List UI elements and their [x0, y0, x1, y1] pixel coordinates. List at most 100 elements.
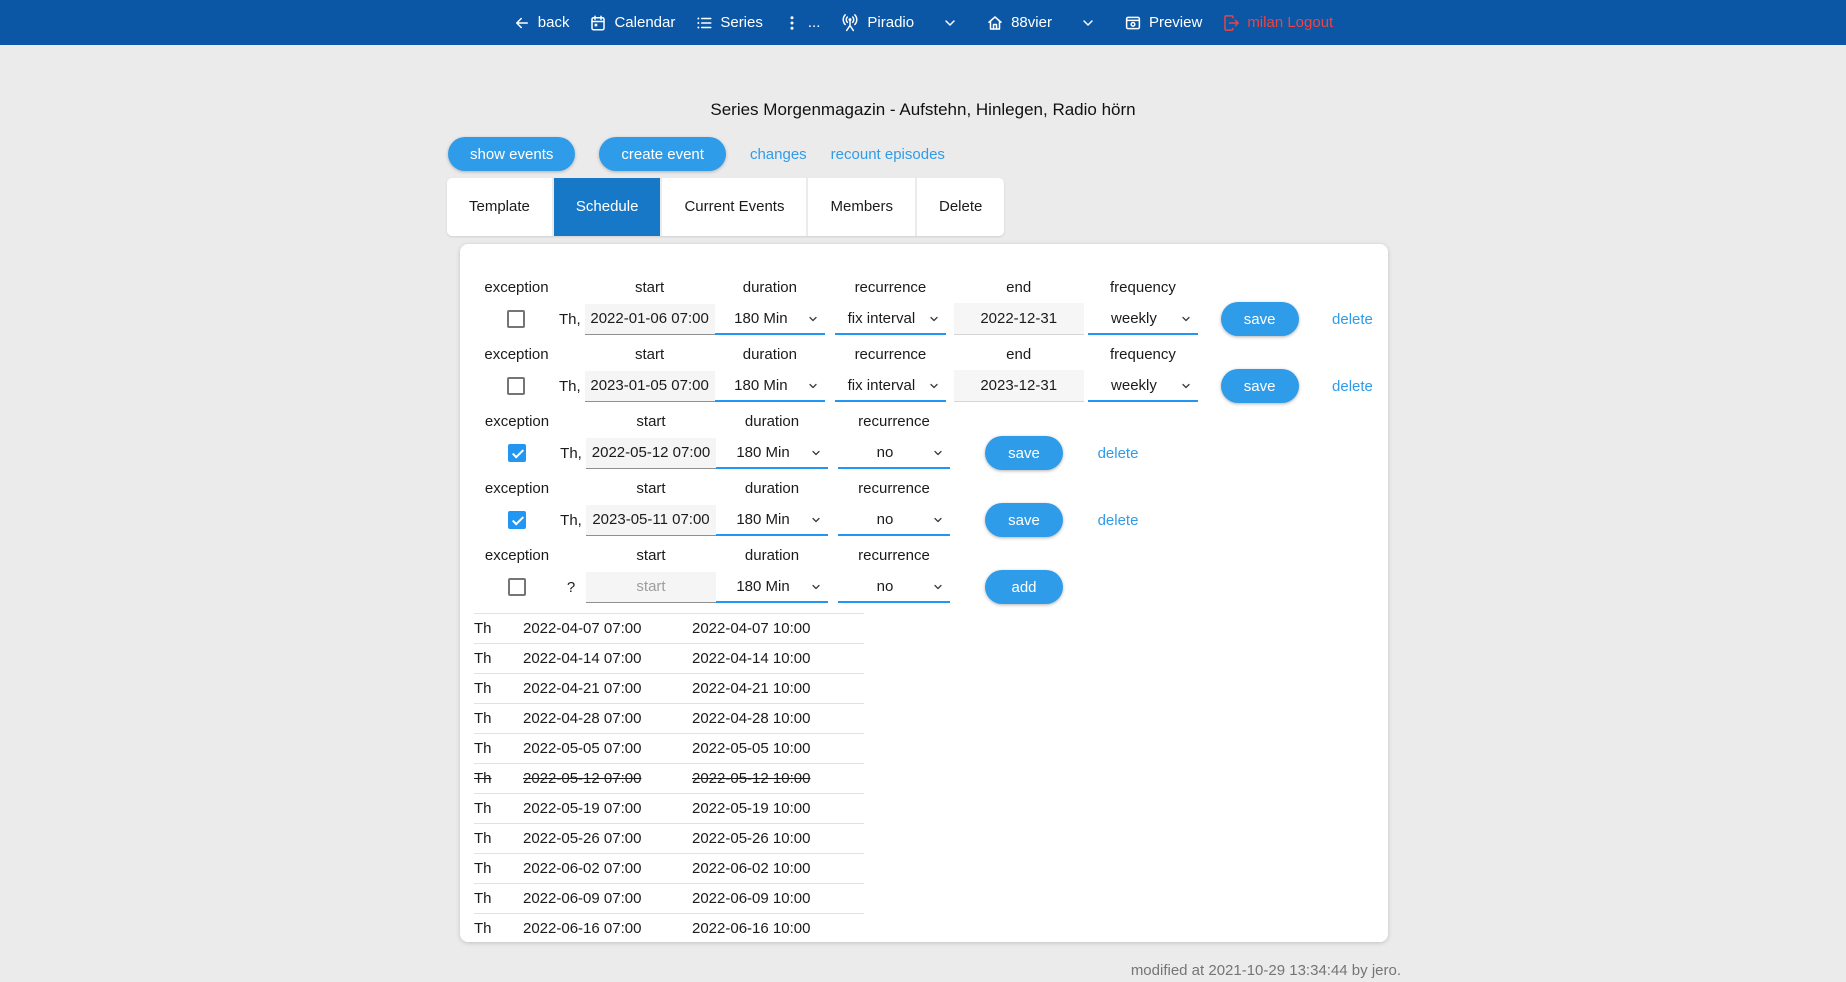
- duration-select[interactable]: 180 Min: [716, 571, 828, 603]
- event-start: 2022-05-19 07:00: [523, 794, 692, 823]
- exception-label: exception: [484, 278, 548, 302]
- top-navbar: back Calendar Series ... Piradio 88v: [0, 0, 1846, 45]
- recurrence-select[interactable]: no: [838, 504, 950, 536]
- exception-checkbox[interactable]: [507, 377, 525, 395]
- save-button[interactable]: save: [985, 503, 1063, 537]
- event-start: 2022-06-02 07:00: [523, 854, 692, 883]
- start-input[interactable]: [585, 371, 715, 402]
- nav-more[interactable]: ...: [783, 14, 821, 32]
- nav-logout[interactable]: milan Logout: [1222, 14, 1333, 32]
- event-end: 2022-05-26 10:00: [692, 824, 864, 853]
- duration-select[interactable]: 180 Min: [716, 504, 828, 536]
- event-start: 2022-04-14 07:00: [523, 644, 692, 673]
- save-button[interactable]: save: [1221, 369, 1299, 403]
- frequency-label: frequency: [1110, 278, 1176, 302]
- duration-label: duration: [745, 479, 799, 503]
- end-input[interactable]: 2023-12-31: [954, 370, 1084, 402]
- chevron-down-icon: [942, 15, 958, 31]
- recurrence-value: no: [877, 578, 894, 595]
- nav-channel[interactable]: 88vier: [986, 14, 1052, 32]
- duration-value: 180 Min: [736, 578, 789, 595]
- delete-link[interactable]: delete: [1332, 311, 1373, 328]
- frequency-select[interactable]: weekly: [1088, 303, 1199, 335]
- schedule-exception-row: exception Th, start duration180 Min recu…: [460, 479, 1388, 537]
- recurrence-select[interactable]: no: [838, 437, 950, 469]
- event-end: 2022-04-28 10:00: [692, 704, 864, 733]
- start-input[interactable]: [585, 304, 715, 335]
- recurrence-select[interactable]: no: [838, 571, 950, 603]
- end-label: end: [1006, 278, 1031, 302]
- tab-schedule[interactable]: Schedule: [554, 178, 661, 236]
- frequency-label: frequency: [1110, 345, 1176, 369]
- event-row: Th2022-05-26 07:002022-05-26 10:00: [474, 823, 864, 853]
- tab-members[interactable]: Members: [808, 178, 915, 236]
- channel-dropdown-toggle[interactable]: [1080, 15, 1096, 31]
- start-label: start: [636, 479, 665, 503]
- frequency-select[interactable]: weekly: [1088, 370, 1199, 402]
- exception-checkbox[interactable]: [508, 444, 526, 462]
- duration-select[interactable]: 180 Min: [716, 437, 828, 469]
- event-day: Th: [474, 734, 523, 763]
- event-end: 2022-04-21 10:00: [692, 674, 864, 703]
- create-event-button[interactable]: create event: [599, 137, 726, 171]
- event-day: Th: [474, 764, 523, 793]
- delete-link[interactable]: delete: [1098, 512, 1139, 529]
- start-input[interactable]: [586, 438, 716, 469]
- end-input[interactable]: 2022-12-31: [954, 303, 1084, 335]
- save-button[interactable]: save: [1221, 302, 1299, 336]
- recount-episodes-link[interactable]: recount episodes: [831, 146, 945, 163]
- delete-link[interactable]: delete: [1098, 445, 1139, 462]
- nav-series[interactable]: Series: [695, 14, 763, 32]
- recurrence-label: recurrence: [858, 479, 930, 503]
- event-row: Th2022-06-16 07:002022-06-16 10:00: [474, 913, 864, 942]
- nav-calendar[interactable]: Calendar: [589, 14, 675, 32]
- tab-current-events[interactable]: Current Events: [662, 178, 806, 236]
- home-icon: [986, 14, 1004, 32]
- show-events-button[interactable]: show events: [448, 137, 575, 171]
- nav-back[interactable]: back: [513, 14, 570, 32]
- calendar-icon: [589, 14, 607, 32]
- start-input[interactable]: [586, 572, 716, 603]
- chevron-down-icon: [807, 380, 819, 392]
- delete-link[interactable]: delete: [1332, 378, 1373, 395]
- preview-icon: [1124, 14, 1142, 32]
- frequency-value: weekly: [1111, 377, 1157, 394]
- schedule-panel: exception Th, start duration180 Min recu…: [460, 244, 1388, 942]
- schedule-rule-row: exception Th, start duration180 Min recu…: [460, 278, 1388, 336]
- event-end: 2022-05-05 10:00: [692, 734, 864, 763]
- duration-label: duration: [743, 345, 797, 369]
- nav-calendar-label: Calendar: [614, 14, 675, 31]
- start-input[interactable]: [586, 505, 716, 536]
- exception-label: exception: [485, 412, 549, 436]
- nav-station[interactable]: Piradio: [840, 13, 914, 33]
- tab-template[interactable]: Template: [447, 178, 552, 236]
- changes-link[interactable]: changes: [750, 146, 807, 163]
- event-day: Th: [474, 674, 523, 703]
- chevron-down-icon: [1180, 313, 1192, 325]
- page-title: Series Morgenmagazin - Aufstehn, Hinlege…: [0, 100, 1846, 120]
- start-label: start: [635, 345, 664, 369]
- duration-select[interactable]: 180 Min: [715, 303, 826, 335]
- exception-checkbox[interactable]: [508, 578, 526, 596]
- recurrence-select[interactable]: fix interval: [835, 303, 946, 335]
- recurrence-select[interactable]: fix interval: [835, 370, 946, 402]
- tab-bar: Template Schedule Current Events Members…: [447, 178, 1004, 236]
- list-icon: [695, 14, 713, 32]
- add-button[interactable]: add: [985, 570, 1063, 604]
- start-label: start: [636, 546, 665, 570]
- nav-series-label: Series: [720, 14, 763, 31]
- kebab-menu-icon: [783, 14, 801, 32]
- event-start: 2022-04-28 07:00: [523, 704, 692, 733]
- tab-delete[interactable]: Delete: [917, 178, 1004, 236]
- exception-checkbox[interactable]: [507, 310, 525, 328]
- exception-checkbox[interactable]: [508, 511, 526, 529]
- duration-select[interactable]: 180 Min: [715, 370, 826, 402]
- save-button[interactable]: save: [985, 436, 1063, 470]
- recurrence-label: recurrence: [855, 345, 927, 369]
- duration-value: 180 Min: [734, 310, 787, 327]
- recurrence-value: fix interval: [848, 377, 916, 394]
- nav-preview[interactable]: Preview: [1124, 14, 1202, 32]
- station-dropdown-toggle[interactable]: [942, 15, 958, 31]
- day-label: Th,: [559, 311, 581, 328]
- chevron-down-icon: [810, 514, 822, 526]
